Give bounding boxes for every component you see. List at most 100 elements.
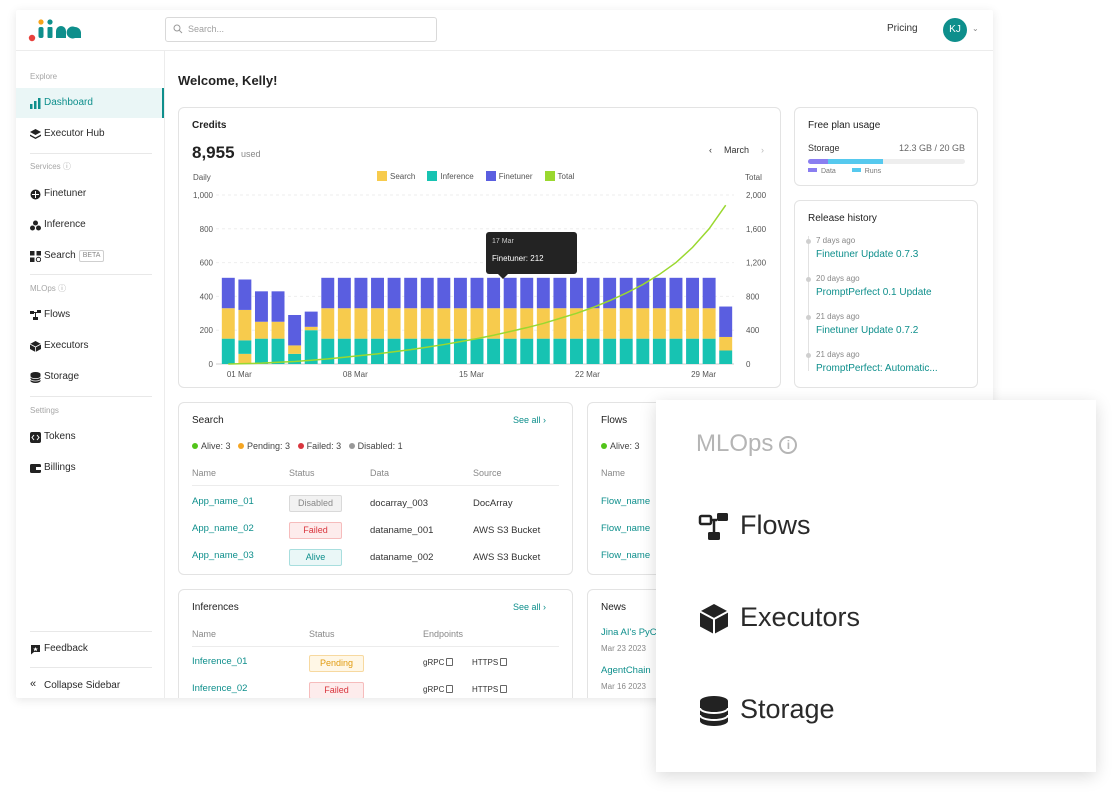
sidebar-item-label: Flows [44,309,71,320]
sidebar-section-services: Services ⓘ [30,162,71,171]
sidebar-item-label: Tokens [44,431,76,442]
bar-segment [371,308,384,339]
flow-name-link[interactable]: Flow_name [601,523,650,534]
bar-segment [321,277,335,309]
release-item[interactable]: 21 days ago PromptPerfect: Automatic... [816,350,938,374]
sidebar-item-finetuner[interactable]: Finetuner [16,179,164,209]
sidebar-item-search[interactable]: Search BETA [16,241,164,271]
zoom-item-flows[interactable]: Flows [740,510,811,541]
timeline-line [808,236,809,371]
bar-segment [553,277,567,309]
bar-segment [354,308,368,339]
bar-segment [669,308,683,339]
table-cell: DocArray [473,498,513,509]
news-link[interactable]: AgentChain [601,665,651,676]
storage-progress-bar [808,159,965,164]
endpoint-grpc[interactable]: gRPC [423,685,454,694]
table-cell: docarray_003 [370,498,429,509]
bar-segment [487,338,501,364]
usage-legend: Data Runs [808,168,881,175]
bar-segment [553,308,567,339]
sidebar-item-label: Billings [44,462,76,473]
card-title: Free plan usage [808,120,881,131]
bar-segment [652,338,666,364]
x-tick-label: 15 Mar [459,370,484,379]
zoom-item-storage[interactable]: Storage [740,694,835,725]
news-link[interactable]: Jina AI's PyC [601,627,657,638]
wallet-icon [30,464,41,473]
release-item[interactable]: 20 days ago PromptPerfect 0.1 Update [816,274,932,298]
sidebar-item-flows[interactable]: Flows [16,300,164,330]
zoom-item-executors[interactable]: Executors [740,602,860,633]
bar-segment [686,338,700,364]
bar-segment [603,308,617,339]
flow-name-link[interactable]: Flow_name [601,496,650,507]
free-plan-card: Free plan usage Storage 12.3 GB / 20 GB … [794,107,978,186]
release-item[interactable]: 21 days ago Finetuner Update 0.7.2 [816,312,918,336]
chart-tooltip: 17 Mar Finetuner: 212 [486,232,577,279]
app-name-link[interactable]: App_name_02 [192,523,254,534]
y-tick-label: 0 [209,360,214,369]
pricing-link[interactable]: Pricing [887,23,918,34]
sidebar-section-mlops: MLOps ⓘ [30,284,67,293]
sidebar-item-dashboard[interactable]: Dashboard [16,88,164,118]
status-badge: Failed [309,682,364,698]
bar-segment [586,338,600,364]
bar-segment [420,308,434,339]
x-tick-label: 29 Mar [691,370,716,379]
sidebar-item-inference[interactable]: Inference [16,210,164,240]
release-item[interactable]: 7 days ago Finetuner Update 0.7.3 [816,236,918,260]
bar-segment [238,279,252,310]
flow-name-link[interactable]: Flow_name [601,550,650,561]
status-badge: Failed [289,522,342,539]
news-date: Mar 23 2023 [601,644,646,653]
chevron-right-icon: › [543,415,547,425]
y2-tick-label: 1,200 [746,259,767,268]
y-tick-label: 1,000 [193,191,214,200]
sidebar-item-feedback[interactable]: Feedback [16,634,164,664]
bar-segment [652,308,666,339]
bar-segment [288,353,302,364]
inference-name-link[interactable]: Inference_01 [192,656,247,667]
app-name-link[interactable]: App_name_01 [192,496,254,507]
sidebar-item-storage[interactable]: Storage [16,362,164,392]
bar-segment [238,309,252,341]
endpoint-https[interactable]: HTTPS [472,685,508,694]
bar-segment [520,338,534,364]
bar-segment [404,308,418,339]
sidebar-item-executor-hub[interactable]: Executor Hub [16,119,164,149]
chevron-right-icon: › [543,602,547,612]
search-input[interactable]: Search... [165,17,437,42]
bar-segment [337,277,351,309]
token-icon [30,432,41,443]
endpoint-grpc[interactable]: gRPC [423,658,454,667]
bar-segment [702,308,716,339]
status-summary: Alive: 3 [601,441,640,451]
see-all-link[interactable]: See all › [513,415,546,425]
sidebar-section-settings: Settings [30,406,59,415]
sidebar-item-billings[interactable]: Billings [16,453,164,483]
column-header: Name [192,629,217,639]
endpoint-https[interactable]: HTTPS [472,658,508,667]
see-all-link[interactable]: See all › [513,602,546,612]
sidebar: Explore Dashboard Executor Hub Services … [16,51,165,698]
sidebar-item-executors[interactable]: Executors [16,331,164,361]
column-header: Endpoints [423,629,464,639]
column-header: Data [370,468,390,478]
layers-icon [30,129,41,139]
timeline-dot [806,239,811,244]
bar-segment [304,326,318,331]
sidebar-item-tokens[interactable]: Tokens [16,422,164,452]
chevron-down-icon[interactable]: ⌄ [972,24,979,33]
bar-segment [337,338,351,364]
legend-runs: Runs [864,168,882,175]
search-icon [173,24,183,34]
avatar[interactable]: KJ [943,18,967,42]
inference-name-link[interactable]: Inference_02 [192,683,247,694]
collapse-sidebar-button[interactable]: « Collapse Sidebar [16,671,164,698]
timeline-dot [806,277,811,282]
jina-logo[interactable] [28,17,88,43]
bar-segment [470,338,484,364]
y2-tick-label: 1,600 [746,225,767,234]
app-name-link[interactable]: App_name_03 [192,550,254,561]
